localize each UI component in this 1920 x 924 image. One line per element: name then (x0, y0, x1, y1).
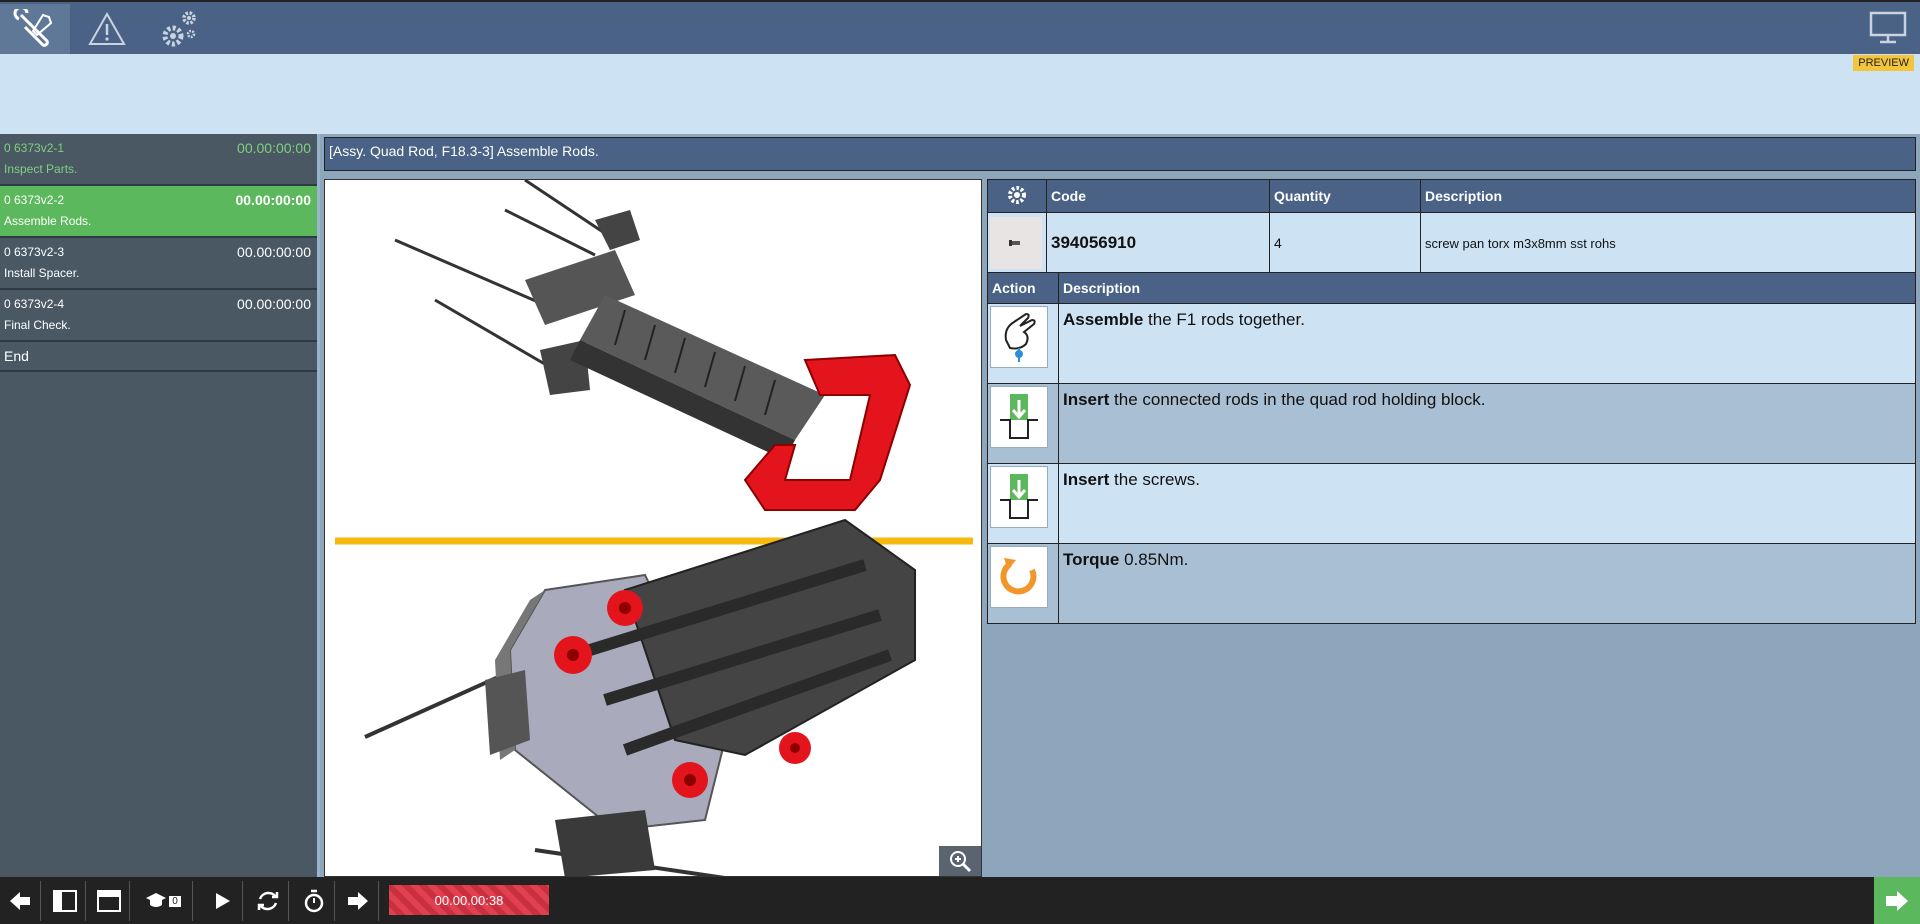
step-name: Inspect Parts. (4, 162, 78, 176)
screw-image-icon (1009, 240, 1020, 246)
step-time: 00.00:00:00 (237, 244, 311, 260)
tools-tab[interactable] (0, 4, 70, 54)
wrench-screwdriver-icon (13, 9, 53, 47)
parts-table: Code Quantity Description 394056910 4 sc… (987, 179, 1916, 274)
next-button[interactable] (338, 881, 379, 921)
action-description-header: Description (1058, 272, 1916, 304)
action-verb: Insert (1063, 390, 1110, 409)
actions-header-row: Action Description (987, 272, 1916, 304)
layout-split-button[interactable] (45, 881, 86, 921)
quantity-header: Quantity (1269, 179, 1421, 213)
training-button[interactable]: 0 (134, 881, 193, 921)
monitor-icon (1869, 11, 1907, 44)
table-row: Insert the connected rods in the quad ro… (987, 383, 1916, 464)
step-item-active[interactable]: 0 6373v2-2 Assemble Rods. 00.00:00:00 (0, 186, 317, 238)
step-time: 00.00:00:00 (235, 192, 311, 208)
refresh-button[interactable] (248, 881, 289, 921)
warnings-tab[interactable] (72, 4, 142, 54)
action-description: Torque 0.85Nm. (1058, 543, 1916, 624)
table-row: 394056910 4 screw pan torx m3x8mm sst ro… (987, 212, 1916, 274)
graduation-cap-icon (146, 893, 167, 907)
action-icon-cell (987, 383, 1059, 464)
zoom-button[interactable] (939, 846, 981, 876)
part-thumbnail-cell (987, 212, 1047, 274)
action-text: the F1 rods together. (1143, 310, 1305, 329)
step-time: 00.00:00:00 (237, 296, 311, 312)
action-text: the connected rods in the quad rod holdi… (1109, 390, 1486, 409)
settings-tab[interactable] (144, 4, 214, 54)
table-row: Torque 0.85Nm. (987, 543, 1916, 624)
elapsed-timer: 00.00.00:38 (389, 885, 549, 915)
play-icon (216, 893, 230, 909)
table-row: Assemble the F1 rods together. (987, 303, 1916, 384)
step-time: 00.00:00:00 (237, 140, 311, 156)
play-button[interactable] (202, 881, 243, 921)
part-thumbnail[interactable] (990, 217, 1042, 269)
action-icon-cell (987, 303, 1059, 384)
part-code: 394056910 (1046, 212, 1270, 274)
action-description: Insert the screws. (1058, 463, 1916, 544)
action-verb: Torque (1063, 550, 1120, 569)
assembly-image-panel (324, 179, 982, 877)
part-description: screw pan torx m3x8mm sst rohs (1420, 212, 1916, 274)
step-title: [Assy. Quad Rod, F18.3-3] Assemble Rods. (324, 137, 1916, 171)
warning-icon (88, 11, 126, 45)
description-header: Description (1420, 179, 1916, 213)
step-id: 0 6373v2-4 (4, 297, 65, 311)
previous-step-button[interactable] (0, 881, 41, 921)
action-header: Action (987, 272, 1059, 304)
step-item[interactable]: 0 6373v2-3 Install Spacer. 00.00:00:00 (0, 238, 317, 290)
parts-header-row: Code Quantity Description (987, 179, 1916, 213)
step-item[interactable]: 0 6373v2-4 Final Check. 00.00:00:00 (0, 290, 317, 342)
action-verb: Insert (1063, 470, 1110, 489)
assembly-illustration (335, 180, 973, 876)
arrow-left-icon (10, 892, 30, 910)
layout-sidebar-icon (53, 890, 77, 912)
layout-top-button[interactable] (89, 881, 130, 921)
step-id: 0 6373v2-2 (4, 193, 65, 207)
action-verb: Assemble (1063, 310, 1144, 329)
parts-settings-header[interactable] (987, 179, 1047, 213)
gears-icon (162, 11, 196, 47)
stopwatch-icon (304, 889, 324, 913)
display-button[interactable] (1868, 10, 1908, 46)
step-id: 0 6373v2-3 (4, 245, 65, 259)
step-item[interactable]: 0 6373v2-1 Inspect Parts. 00.00:00:00 (0, 134, 317, 186)
code-header: Code (1046, 179, 1270, 213)
arrow-right-icon (348, 892, 368, 910)
arrow-right-icon (1886, 890, 1908, 911)
action-text: the screws. (1109, 470, 1200, 489)
step-id: 0 6373v2-1 (4, 141, 65, 155)
training-count-badge: 0 (169, 895, 181, 907)
action-description: Insert the connected rods in the quad ro… (1058, 383, 1916, 464)
zoom-in-icon (950, 851, 972, 873)
step-name: Install Spacer. (4, 266, 80, 280)
next-step-button[interactable] (1874, 877, 1920, 924)
step-name: Assemble Rods. (4, 214, 92, 228)
bottom-toolbar: 0 00.00.00:38 (0, 877, 1920, 924)
torque-icon (990, 546, 1048, 608)
top-toolbar (0, 0, 1920, 54)
gear-icon (1008, 185, 1026, 204)
action-icon-cell (987, 463, 1059, 544)
banner-area (0, 54, 1920, 134)
preview-badge: PREVIEW (1853, 55, 1914, 71)
timer-button[interactable] (294, 881, 335, 921)
step-name: Final Check. (4, 318, 71, 332)
action-icon-cell (987, 543, 1059, 624)
action-text: 0.85Nm. (1119, 550, 1189, 569)
table-row: Insert the screws. (987, 463, 1916, 544)
part-quantity: 4 (1269, 212, 1421, 274)
layout-header-icon (97, 890, 121, 912)
hand-assemble-icon (990, 306, 1048, 368)
actions-table: Action Description Assemble the F1 rods … (987, 272, 1916, 624)
step-end[interactable]: End (0, 342, 317, 372)
step-list: 0 6373v2-1 Inspect Parts. 00.00:00:00 0 … (0, 134, 320, 877)
insert-icon (990, 386, 1048, 448)
action-description: Assemble the F1 rods together. (1058, 303, 1916, 384)
refresh-icon (257, 891, 279, 911)
insert-icon (990, 466, 1048, 528)
